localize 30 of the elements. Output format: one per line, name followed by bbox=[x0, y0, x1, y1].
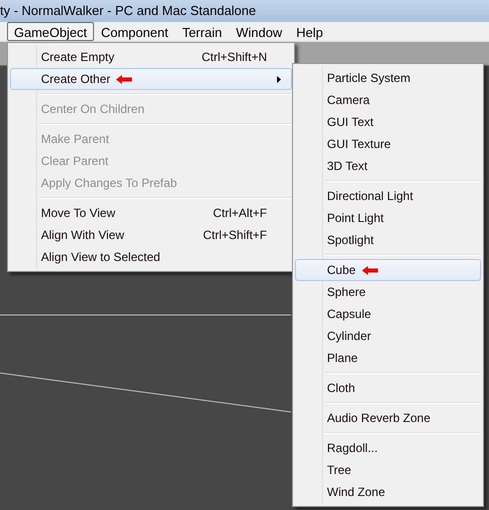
menu-item[interactable]: Tree bbox=[295, 459, 481, 481]
menu-item[interactable]: 3D Text bbox=[295, 155, 481, 177]
menu-item[interactable]: Spotlight bbox=[295, 229, 481, 251]
menu-item[interactable]: GUI Text bbox=[295, 111, 481, 133]
menu-item[interactable]: Align View to Selected bbox=[10, 246, 292, 268]
menu-item[interactable]: Audio Reverb Zone bbox=[295, 407, 481, 429]
menu-bar-item[interactable]: GameObject bbox=[7, 22, 94, 41]
menu-item[interactable]: Cloth bbox=[295, 377, 481, 399]
menu-item[interactable]: Point Light bbox=[295, 207, 481, 229]
menu-item[interactable]: Plane bbox=[295, 347, 481, 369]
menu-item[interactable]: Move To View Ctrl+Alt+F bbox=[10, 202, 292, 224]
menu-item[interactable]: Cylinder bbox=[295, 325, 481, 347]
menu-item[interactable]: Ragdoll... bbox=[295, 437, 481, 459]
menu-item[interactable]: Cube bbox=[295, 259, 481, 281]
menu-item[interactable]: Sphere bbox=[295, 281, 481, 303]
window-title: ty - NormalWalker - PC and Mac Standalone bbox=[0, 2, 256, 20]
menu-item[interactable]: Align With View Ctrl+Shift+F bbox=[10, 224, 292, 246]
menu-item[interactable]: Capsule bbox=[295, 303, 481, 325]
menu-item[interactable]: Camera bbox=[295, 89, 481, 111]
menu-bar-item[interactable]: Help bbox=[289, 22, 330, 41]
menu-item[interactable]: Wind Zone bbox=[295, 481, 481, 503]
menu-item[interactable]: Create Other bbox=[10, 68, 292, 90]
menu-item[interactable]: Create Empty Ctrl+Shift+N bbox=[10, 46, 292, 68]
menu-item[interactable]: GUI Texture bbox=[295, 133, 481, 155]
menu-item[interactable]: Particle System bbox=[295, 67, 481, 89]
menu-bar-item[interactable]: Terrain bbox=[175, 22, 229, 41]
menu-bar-item[interactable]: Component bbox=[94, 22, 176, 41]
menu-item[interactable]: Directional Light bbox=[295, 185, 481, 207]
submenu-arrow-icon bbox=[277, 76, 281, 82]
menu-bar-item[interactable]: Window bbox=[228, 22, 290, 41]
